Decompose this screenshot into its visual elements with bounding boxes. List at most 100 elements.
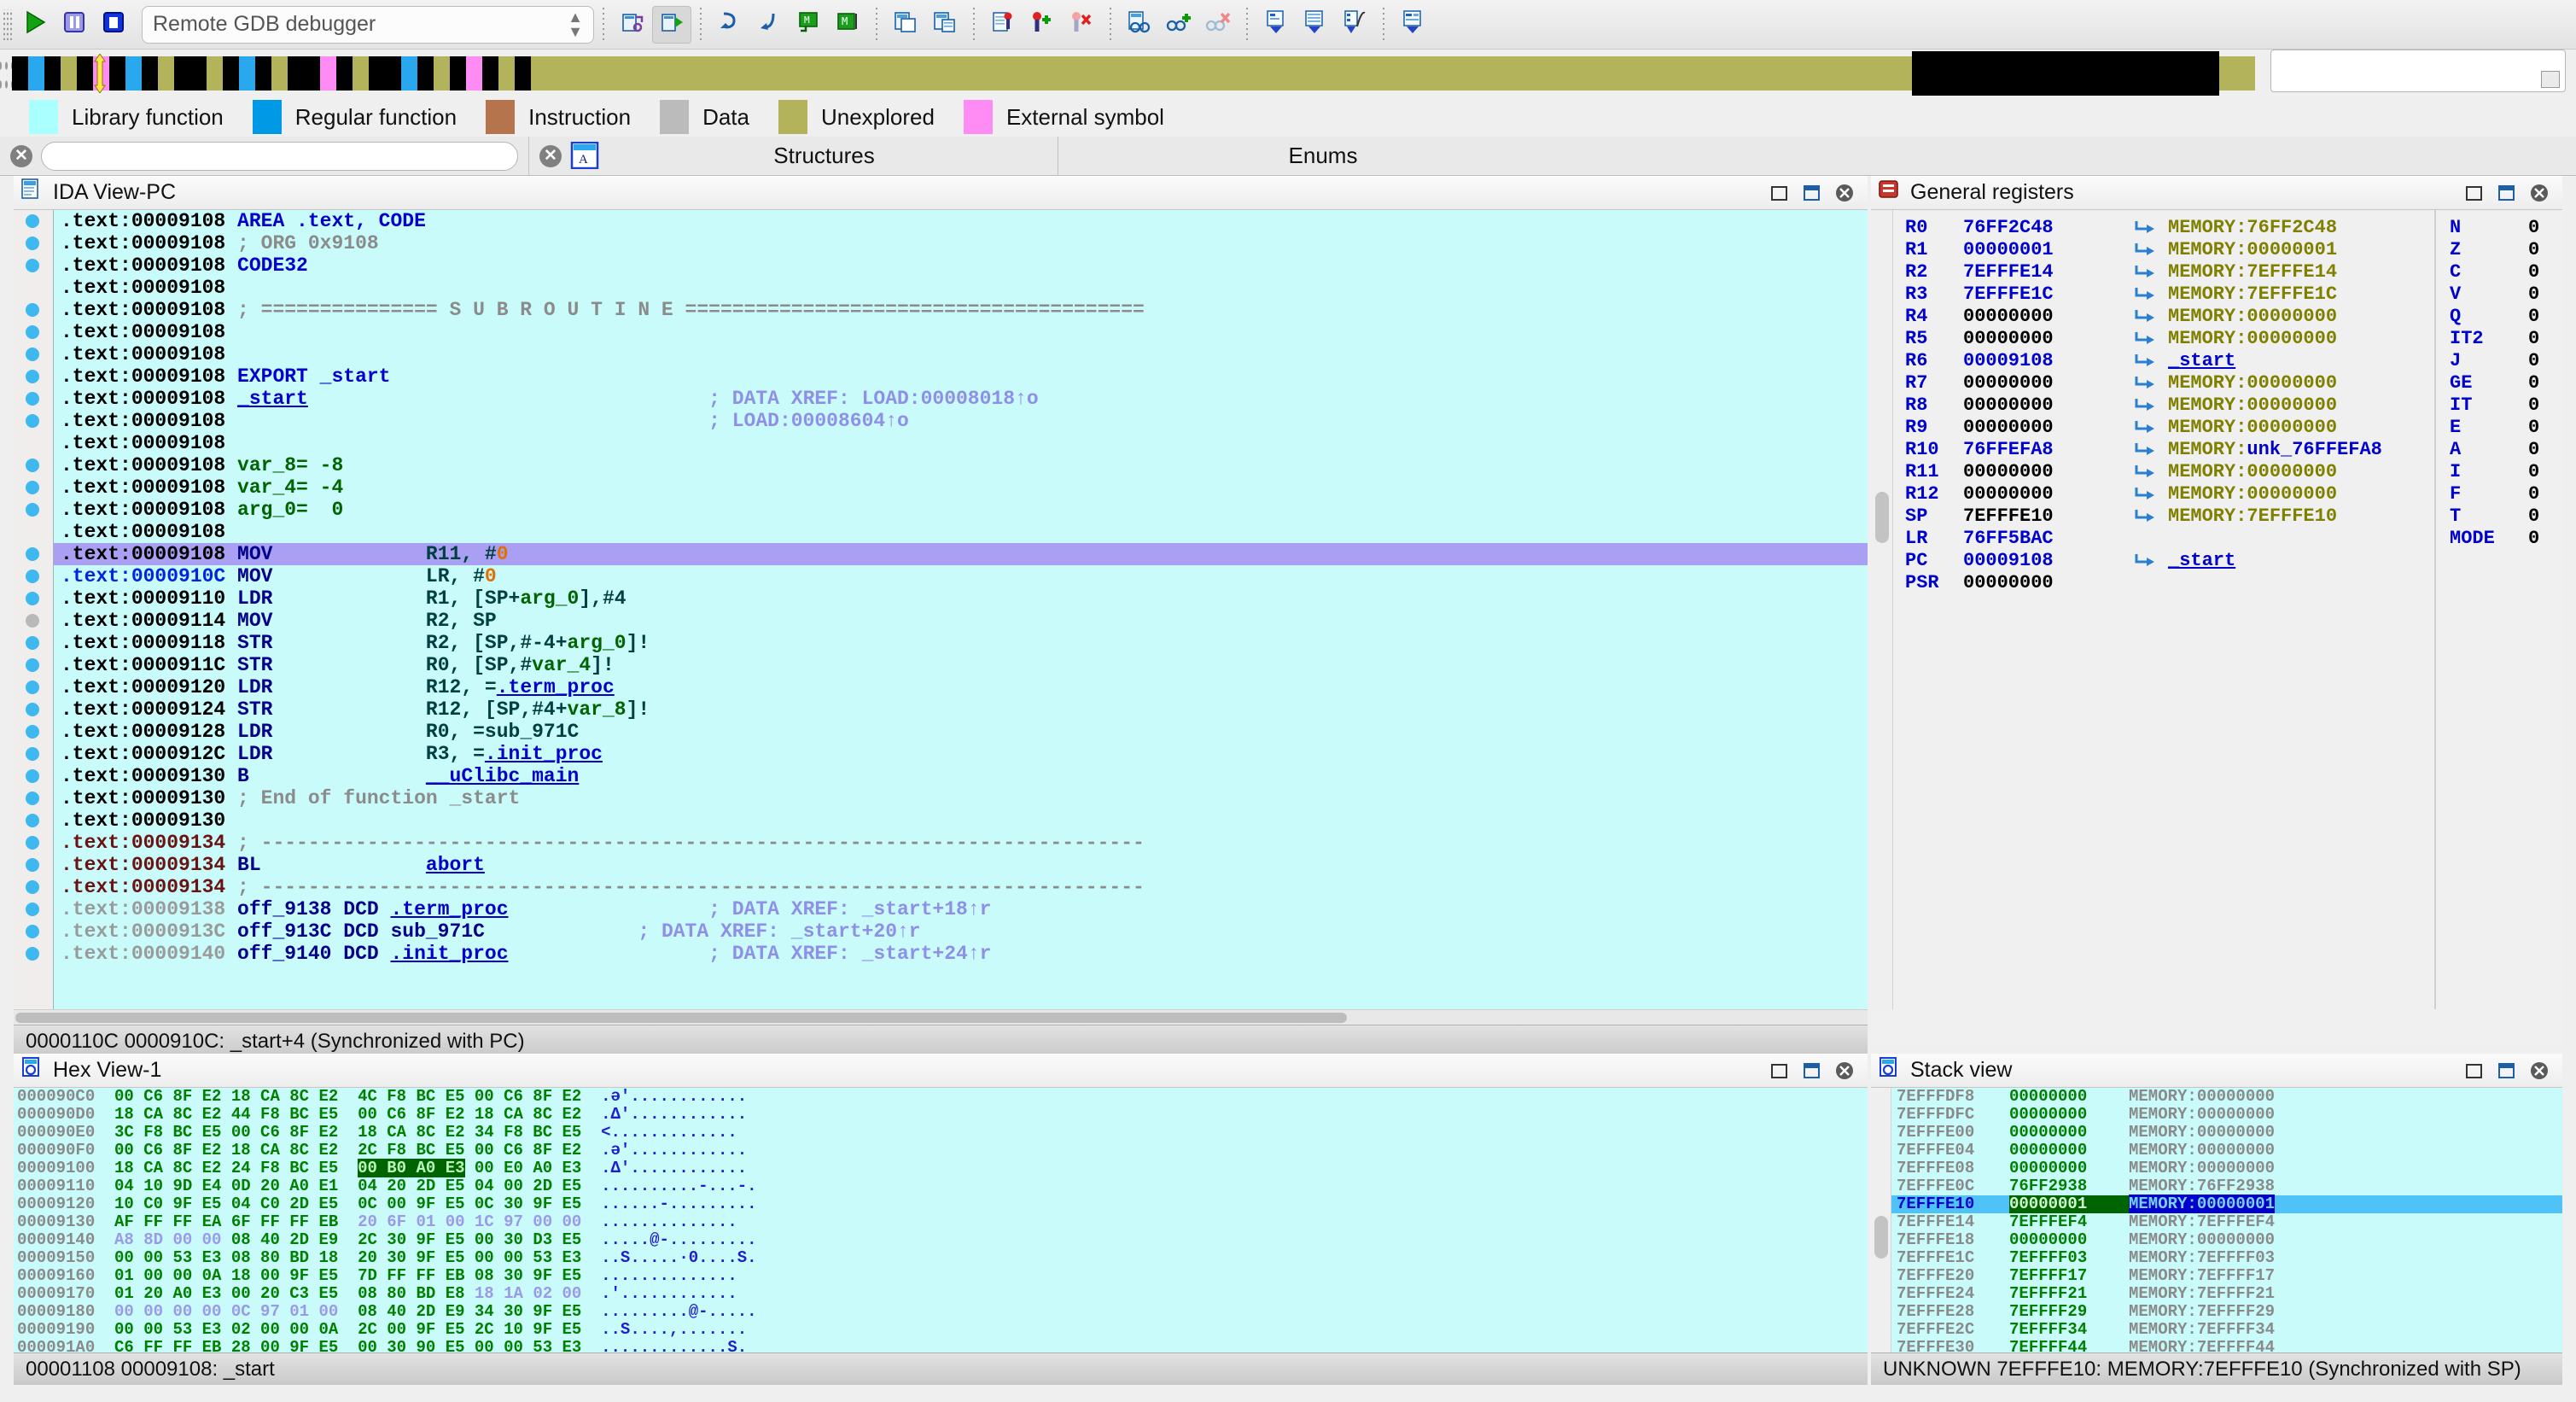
hex-bytes-undefined[interactable]: 18 1A 02 00	[475, 1284, 581, 1303]
stack-value[interactable]: 7EFFFF29	[2009, 1303, 2129, 1321]
arrow-marker-icon[interactable]	[26, 570, 39, 583]
run-button[interactable]	[15, 6, 55, 44]
cpu-flag-row[interactable]: Q0	[2450, 306, 2562, 328]
jump-arrow-icon[interactable]	[2134, 217, 2168, 239]
stack-memory-label[interactable]: MEMORY:7EFFFF34	[2129, 1320, 2275, 1339]
jump-arrow-icon[interactable]	[2134, 550, 2168, 572]
navband-segment[interactable]	[44, 56, 61, 91]
restore-icon[interactable]	[2463, 1060, 2486, 1082]
register-target-symbol[interactable]: unk_76FFEFA8	[2247, 439, 2381, 460]
close-icon[interactable]	[2528, 182, 2550, 204]
register-value[interactable]: 00000000	[1963, 461, 2134, 483]
maximize-icon[interactable]	[2496, 1060, 2518, 1082]
stack-value[interactable]: 00000000	[2009, 1088, 2129, 1106]
jump-arrow-icon[interactable]	[2134, 417, 2168, 439]
hex-row[interactable]: 00009120 10 C0 9F E5 04 C0 2D E5 0C 00 9…	[14, 1195, 1868, 1213]
cpu-flag-value[interactable]: 0	[2528, 483, 2539, 505]
register-value[interactable]: 00009108	[1963, 350, 2134, 372]
hex-bytes-undefined[interactable]: A8 8D 00 00	[114, 1230, 231, 1249]
register-target[interactable]: _start	[2168, 550, 2235, 571]
register-target[interactable]: MEMORY:00000000	[2168, 306, 2337, 327]
register-value[interactable]: 76FFEFA8	[1963, 439, 2134, 461]
hex-row[interactable]: 00009150 00 00 53 E3 08 80 BD 18 20 30 9…	[14, 1249, 1868, 1267]
navband-grip[interactable]	[0, 53, 12, 94]
hex-bytes[interactable]: 00 C6 8F E2 18 CA 8C E2 4C F8 BC E5 00 C…	[114, 1088, 581, 1106]
hex-bytes[interactable]: 18 CA 8C E2 44 F8 BC E5 00 C6 8F E2 18 C…	[114, 1105, 581, 1124]
cpu-flag-value[interactable]: 0	[2528, 350, 2539, 371]
stack-row[interactable]: 7EFFFE08 00000000 MEMORY:00000000	[1891, 1160, 2562, 1177]
stack-memory-label[interactable]: MEMORY:7EFFFF03	[2129, 1248, 2275, 1267]
disassembly-line[interactable]: .text:00009134 ; -----------------------…	[54, 832, 1868, 854]
registers-scroll-thumb[interactable]	[1875, 492, 1889, 543]
navband-segment[interactable]	[369, 56, 385, 91]
arrow-marker-icon[interactable]	[26, 214, 39, 228]
open-threads-button[interactable]	[925, 6, 965, 44]
disassembly-code[interactable]: .text:00009108 AREA .text, CODE .text:000…	[53, 210, 1868, 1009]
cpu-flag-row[interactable]: N0	[2450, 217, 2562, 239]
delete-breakpoint-button[interactable]	[1062, 6, 1101, 44]
register-row[interactable]: R11 00000000 MEMORY:00000000	[1905, 461, 2434, 483]
close-icon[interactable]	[1833, 182, 1856, 204]
navband-segment[interactable]	[125, 56, 142, 91]
stack-view-list[interactable]: 7EFFFDF8 00000000 MEMORY:00000000 7EFFFDFC 0…	[1891, 1088, 2562, 1352]
register-value[interactable]: 00000000	[1963, 572, 2134, 594]
restore-icon[interactable]	[2463, 182, 2486, 204]
hex-view-body[interactable]: 000090C0 00 C6 8F E2 18 CA 8C E2 4C F8 B…	[14, 1088, 1868, 1352]
jump-arrow-icon[interactable]	[2134, 350, 2168, 372]
navband-segment[interactable]	[482, 56, 498, 91]
stack-memory-label[interactable]: MEMORY:7EFFFF17	[2129, 1266, 2275, 1285]
disassembly-line[interactable]: .text:00009140 off_9140 DCD .init_proc ;…	[54, 943, 1868, 965]
arrow-marker-icon[interactable]	[26, 947, 39, 961]
register-row[interactable]: R6 00009108 _start	[1905, 350, 2434, 372]
register-target[interactable]: _start	[2168, 350, 2235, 371]
register-value[interactable]: 7EFFFE1C	[1963, 283, 2134, 306]
trace-window-button[interactable]	[1296, 6, 1335, 44]
navband-segment[interactable]	[28, 56, 44, 91]
navband-segment[interactable]	[174, 56, 190, 91]
cpu-flag-value[interactable]: 0	[2528, 217, 2539, 238]
stack-value[interactable]: 00000000	[2009, 1160, 2129, 1177]
navband-segment[interactable]	[385, 56, 401, 91]
navband-side-mini-button[interactable]	[2541, 71, 2560, 88]
stack-value[interactable]: 00000001	[2009, 1195, 2129, 1213]
stack-memory-label[interactable]: MEMORY:00000000	[2129, 1159, 2275, 1177]
jump-arrow-icon[interactable]	[2134, 439, 2168, 461]
stack-value[interactable]: 00000000	[2009, 1106, 2129, 1124]
register-value[interactable]: 00000000	[1963, 394, 2134, 417]
register-value[interactable]: 00000000	[1963, 483, 2134, 505]
navband-segment[interactable]	[401, 56, 417, 91]
take-stack-snapshot-button[interactable]	[1256, 6, 1296, 44]
stack-value[interactable]: 76FF2938	[2009, 1177, 2129, 1195]
stack-memory-label[interactable]: MEMORY:7EFFFEF4	[2129, 1212, 2275, 1231]
registers-scrollbar[interactable]	[1871, 210, 1893, 1009]
stack-scroll-thumb[interactable]	[1874, 1216, 1888, 1259]
arrow-marker-icon[interactable]	[26, 614, 39, 628]
maximize-icon[interactable]	[1801, 182, 1823, 204]
cpu-flag-row[interactable]: I0	[2450, 461, 2562, 483]
cpu-flag-value[interactable]: 0	[2528, 417, 2539, 438]
disassembly-line[interactable]: .text:0000911C STR R0, [SP,#var_4]!	[54, 654, 1868, 676]
cpu-flag-value[interactable]: 0	[2528, 283, 2539, 305]
register-row[interactable]: R3 7EFFFE1C MEMORY:7EFFFE1C	[1905, 283, 2434, 306]
stack-value[interactable]: 00000000	[2009, 1124, 2129, 1142]
register-row[interactable]: R2 7EFFFE14 MEMORY:7EFFFE14	[1905, 261, 2434, 283]
hex-row[interactable]: 00009160 01 00 00 0A 18 00 9F E5 7D FF F…	[14, 1267, 1868, 1285]
hex-row[interactable]: 000090F0 00 C6 8F E2 18 CA 8C E2 2C F8 B…	[14, 1142, 1868, 1160]
jump-arrow-icon[interactable]	[2134, 394, 2168, 417]
arrow-marker-icon[interactable]	[26, 348, 39, 361]
arrow-marker-icon[interactable]	[26, 703, 39, 716]
stack-memory-label[interactable]: MEMORY:7EFFFF29	[2129, 1302, 2275, 1321]
cpu-flag-row[interactable]: A0	[2450, 439, 2562, 461]
hex-bytes[interactable]: 00 00 53 E3 08 80 BD 18 20 30 9F E5 00 0…	[114, 1248, 581, 1267]
stack-memory-label[interactable]: MEMORY:00000000	[2129, 1123, 2275, 1142]
arrow-marker-icon[interactable]	[26, 792, 39, 805]
add-breakpoint-button[interactable]	[1023, 6, 1062, 44]
disassembly-line[interactable]: .text:00009108 ; ORG 0x9108	[54, 232, 1868, 254]
arrow-marker-icon[interactable]	[26, 592, 39, 605]
hex-bytes-undefined[interactable]: 20 6F 01 00 1C 97 00 00	[358, 1212, 581, 1231]
arrow-marker-icon[interactable]	[26, 370, 39, 383]
stop-button[interactable]	[94, 6, 133, 44]
arrow-marker-icon[interactable]	[26, 747, 39, 761]
disassembly-line[interactable]: .text:00009120 LDR R12, =.term_proc	[54, 676, 1868, 698]
arrow-marker-icon[interactable]	[26, 303, 39, 317]
